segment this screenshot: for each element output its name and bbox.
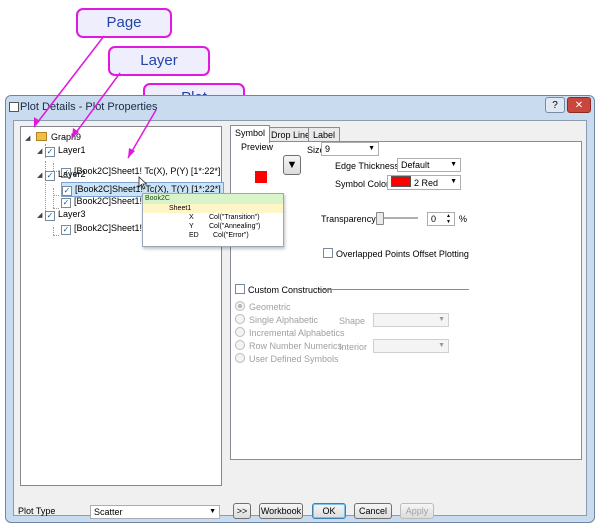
callout-connectors xyxy=(33,35,157,159)
tab-symbol[interactable]: Symbol xyxy=(230,125,271,143)
